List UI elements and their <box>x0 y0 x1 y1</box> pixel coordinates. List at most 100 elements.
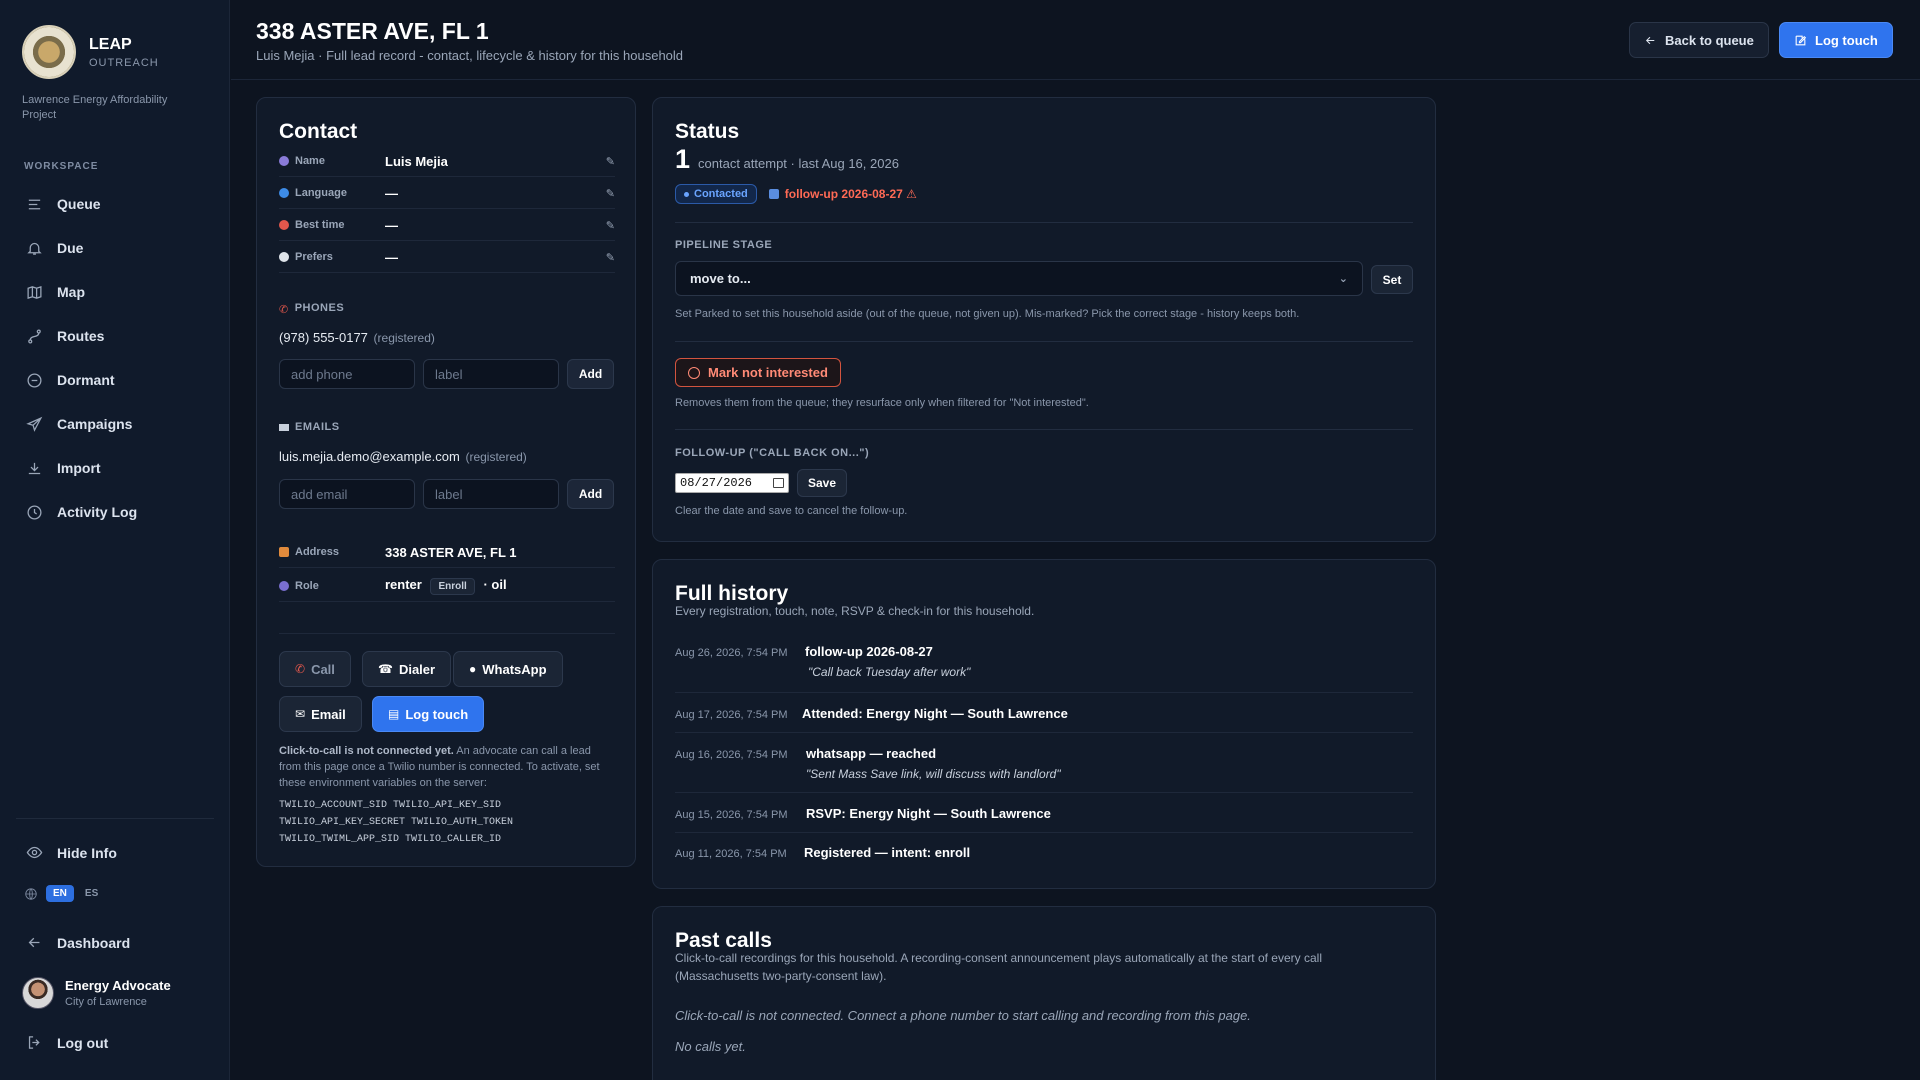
logout-button[interactable]: Log out <box>26 1034 108 1051</box>
add-email-input[interactable]: add email <box>279 479 415 509</box>
user-profile[interactable]: Energy Advocate City of Lawrence <box>22 977 171 1009</box>
env-vars: TWILIO_ACCOUNT_SID TWILIO_API_KEY_SID TW… <box>279 797 513 848</box>
field-language[interactable]: Language — ✎ <box>279 178 615 209</box>
save-follow-up-button[interactable]: Save <box>797 469 847 497</box>
attempt-count: 1 <box>675 144 691 174</box>
arrow-left-icon <box>1645 36 1655 44</box>
avatar <box>22 977 54 1009</box>
lang-es-button[interactable]: ES <box>78 885 105 902</box>
date-value: 08/27/2026 <box>680 476 753 490</box>
phone-entry[interactable]: (978) 555-0177 (registered) <box>279 330 435 345</box>
sidebar-item-dormant[interactable]: Dormant <box>16 358 216 402</box>
phone-label-input[interactable]: label <box>423 359 559 389</box>
field-value: — <box>385 185 398 201</box>
history-title-text: follow-up 2026-08-27 <box>805 644 933 659</box>
pipeline-stage-select[interactable]: move to... ⌄ <box>675 261 1363 296</box>
history-time: Aug 16, 2026, 7:54 PM <box>675 749 788 761</box>
field-prefers[interactable]: Prefers — ✎ <box>279 242 615 273</box>
calendar-icon[interactable] <box>773 478 784 488</box>
globe-icon <box>279 188 289 198</box>
page-header: 338 ASTER AVE, FL 1 Luis Mejia · Full le… <box>231 0 1920 80</box>
role-suffix: · oil <box>483 577 507 592</box>
envelope-icon: ✉ <box>295 707 306 721</box>
brand-sub: OUTREACH <box>89 56 159 69</box>
sidebar-item-queue[interactable]: Queue <box>16 182 216 226</box>
divider <box>675 429 1413 430</box>
follow-up-date-input[interactable]: 08/27/2026 <box>675 473 789 493</box>
env-line: TWILIO_TWIML_APP_SID TWILIO_CALLER_ID <box>279 834 502 845</box>
log-touch-button[interactable]: ▤ Log touch <box>372 696 485 732</box>
brand[interactable]: LEAP OUTREACH <box>22 25 159 79</box>
arrow-left-icon <box>28 937 40 948</box>
divider <box>675 732 1413 733</box>
telephone-icon: ☎ <box>378 662 393 676</box>
call-button[interactable]: ✆ Call <box>279 651 351 687</box>
hide-info-button[interactable]: Hide Info <box>26 844 117 861</box>
select-value: move to... <box>690 271 751 286</box>
sidebar-item-routes[interactable]: Routes <box>16 314 216 358</box>
add-email-button[interactable]: Add <box>567 479 614 509</box>
bell-icon <box>27 242 42 255</box>
field-role: Role renter Enroll · oil <box>279 571 615 602</box>
past-calls-panel: Past calls Click-to-call recordings for … <box>652 906 1436 1080</box>
follow-up-label: FOLLOW-UP ("CALL BACK ON...") <box>675 447 870 459</box>
pencil-icon[interactable]: ✎ <box>606 155 615 168</box>
status-badges: Contacted follow-up 2026-08-27 ⚠ <box>675 184 917 204</box>
back-to-queue-button[interactable]: Back to queue <box>1629 22 1769 58</box>
status-badge-label: Contacted <box>694 188 748 200</box>
dialer-button[interactable]: ☎ Dialer <box>362 651 452 687</box>
workspace-label: WORKSPACE <box>24 161 99 172</box>
contact-title: Contact <box>279 120 358 143</box>
route-icon <box>28 328 41 344</box>
phone-icon: ✆ <box>279 304 289 316</box>
divider <box>675 792 1413 793</box>
speech-bubble-icon <box>279 252 289 262</box>
list-item: Aug 11, 2026, 7:54 PM Registered — intent… <box>675 845 1413 860</box>
set-stage-button[interactable]: Set <box>1371 265 1413 294</box>
divider <box>675 222 1413 223</box>
dashboard-link[interactable]: Dashboard <box>26 934 130 951</box>
field-name[interactable]: Name Luis Mejia ✎ <box>279 146 615 177</box>
language-switcher: EN ES <box>24 885 109 902</box>
follow-up-badge: follow-up 2026-08-27 ⚠ <box>768 187 917 201</box>
sidebar-item-campaigns[interactable]: Campaigns <box>16 402 216 446</box>
sidebar-item-import[interactable]: Import <box>16 446 216 490</box>
dialer-label: Dialer <box>398 661 436 677</box>
note-bold: Click-to-call is not connected yet. <box>279 745 454 757</box>
pencil-icon[interactable]: ✎ <box>606 251 615 264</box>
role-value: renter <box>385 577 422 592</box>
globe-icon <box>25 887 37 900</box>
divider <box>675 341 1413 342</box>
field-label: Address <box>295 546 340 558</box>
history-title-text: RSVP: Energy Night — South Lawrence <box>806 806 1051 821</box>
contact-attempts: 1 contact attempt · last Aug 16, 2026 <box>675 144 899 175</box>
logout-label: Log out <box>57 1034 109 1051</box>
history-note: "Sent Mass Save link, will discuss with … <box>806 767 1061 781</box>
add-phone-button[interactable]: Add <box>567 359 614 389</box>
add-phone-input[interactable]: add phone <box>279 359 415 389</box>
divider <box>675 692 1413 693</box>
sidebar-item-due[interactable]: Due <box>16 226 216 270</box>
field-best-time[interactable]: Best time — ✎ <box>279 210 615 241</box>
email-entry[interactable]: luis.mejia.demo@example.com (registered) <box>279 449 527 464</box>
back-to-queue-label: Back to queue <box>1665 32 1754 48</box>
log-touch-header-button[interactable]: Log touch <box>1779 22 1893 58</box>
email-label-input[interactable]: label <box>423 479 559 509</box>
sidebar-item-map[interactable]: Map <box>16 270 216 314</box>
org-name: Lawrence Energy Affordability Project <box>22 94 168 121</box>
pencil-icon[interactable]: ✎ <box>606 219 615 232</box>
mark-not-interested-button[interactable]: Mark not interested <box>675 358 841 387</box>
pencil-icon[interactable]: ✎ <box>606 187 615 200</box>
lang-en-button[interactable]: EN <box>46 885 74 902</box>
status-title: Status <box>675 120 740 143</box>
sidebar-item-label: Import <box>57 460 101 476</box>
enroll-badge[interactable]: Enroll <box>430 578 475 595</box>
field-label: Role <box>295 580 319 592</box>
history-title-text: whatsapp — reached <box>806 746 937 761</box>
sidebar-item-activity-log[interactable]: Activity Log <box>16 490 216 534</box>
email-button[interactable]: ✉ Email <box>279 696 362 732</box>
whatsapp-button[interactable]: ● WhatsApp <box>453 651 563 687</box>
history-title: Full history <box>675 582 789 605</box>
phone-icon: ✆ <box>295 662 306 676</box>
phones-label-text: PHONES <box>294 302 345 314</box>
